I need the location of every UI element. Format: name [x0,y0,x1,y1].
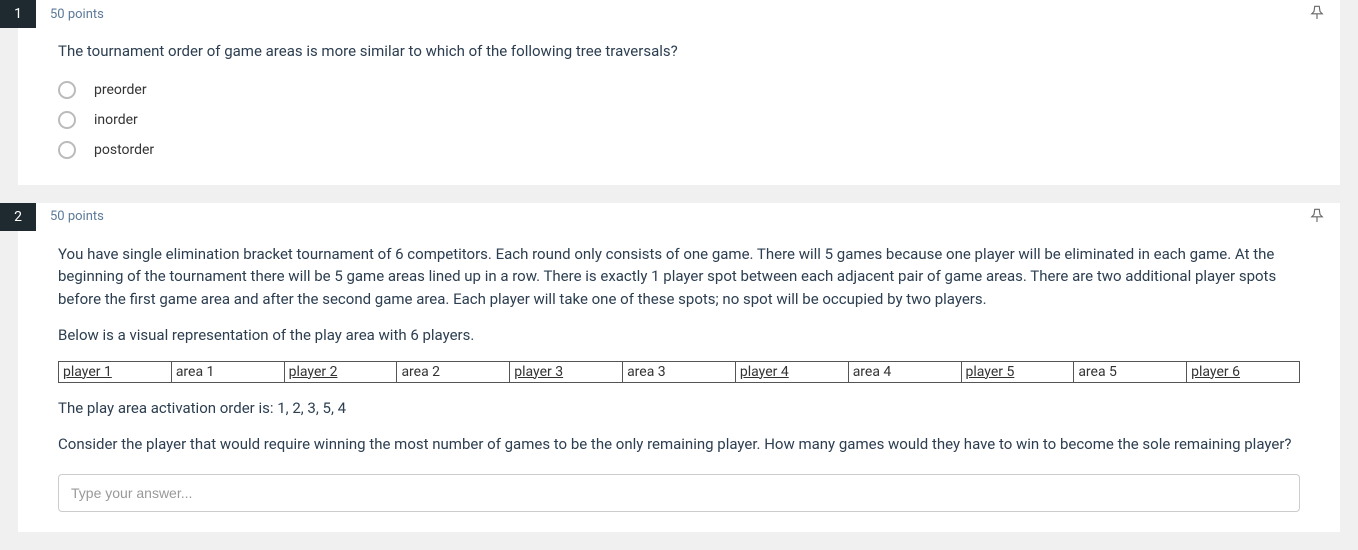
options-group: preorder inorder postorder [58,75,1300,165]
question-body: You have single elimination bracket tour… [18,231,1340,512]
question-number: 2 [0,203,36,231]
player-cell: player 1 [59,361,172,382]
player-cell: player 3 [510,361,623,382]
option-label: inorder [94,112,138,128]
question-points: 50 points [50,209,104,224]
pin-icon[interactable] [1308,4,1326,26]
area-cell: area 2 [397,361,510,382]
question-paragraph: Below is a visual representation of the … [58,324,1300,347]
player-cell: player 2 [284,361,397,382]
area-cell: area 1 [171,361,284,382]
question-number: 1 [0,0,36,28]
area-cell: area 4 [848,361,961,382]
question-points: 50 points [50,7,104,22]
player-cell: player 6 [1187,361,1300,382]
question-text: The tournament order of game areas is mo… [58,40,1300,63]
area-cell: area 5 [1074,361,1187,382]
option-row[interactable]: preorder [58,75,1300,105]
question-header: 2 50 points [18,203,1340,231]
play-area-table: player 1 area 1 player 2 area 2 player 3… [58,361,1300,383]
question-card-1: 1 50 points The tournament order of game… [18,0,1340,185]
question-body: The tournament order of game areas is mo… [18,28,1340,165]
radio-button[interactable] [58,141,76,159]
option-label: preorder [94,82,147,98]
radio-button[interactable] [58,81,76,99]
option-row[interactable]: inorder [58,105,1300,135]
question-paragraph: You have single elimination bracket tour… [58,243,1300,311]
option-label: postorder [94,142,154,158]
question-paragraph: Consider the player that would require w… [58,433,1300,456]
radio-button[interactable] [58,111,76,129]
option-row[interactable]: postorder [58,135,1300,165]
player-cell: player 4 [735,361,848,382]
player-cell: player 5 [961,361,1074,382]
area-cell: area 3 [623,361,736,382]
question-card-2: 2 50 points You have single elimination … [18,203,1340,532]
table-row: player 1 area 1 player 2 area 2 player 3… [59,361,1300,382]
question-header: 1 50 points [18,0,1340,28]
answer-input[interactable] [58,474,1300,512]
question-paragraph: The play area activation order is: 1, 2,… [58,397,1300,420]
pin-icon[interactable] [1308,207,1326,229]
